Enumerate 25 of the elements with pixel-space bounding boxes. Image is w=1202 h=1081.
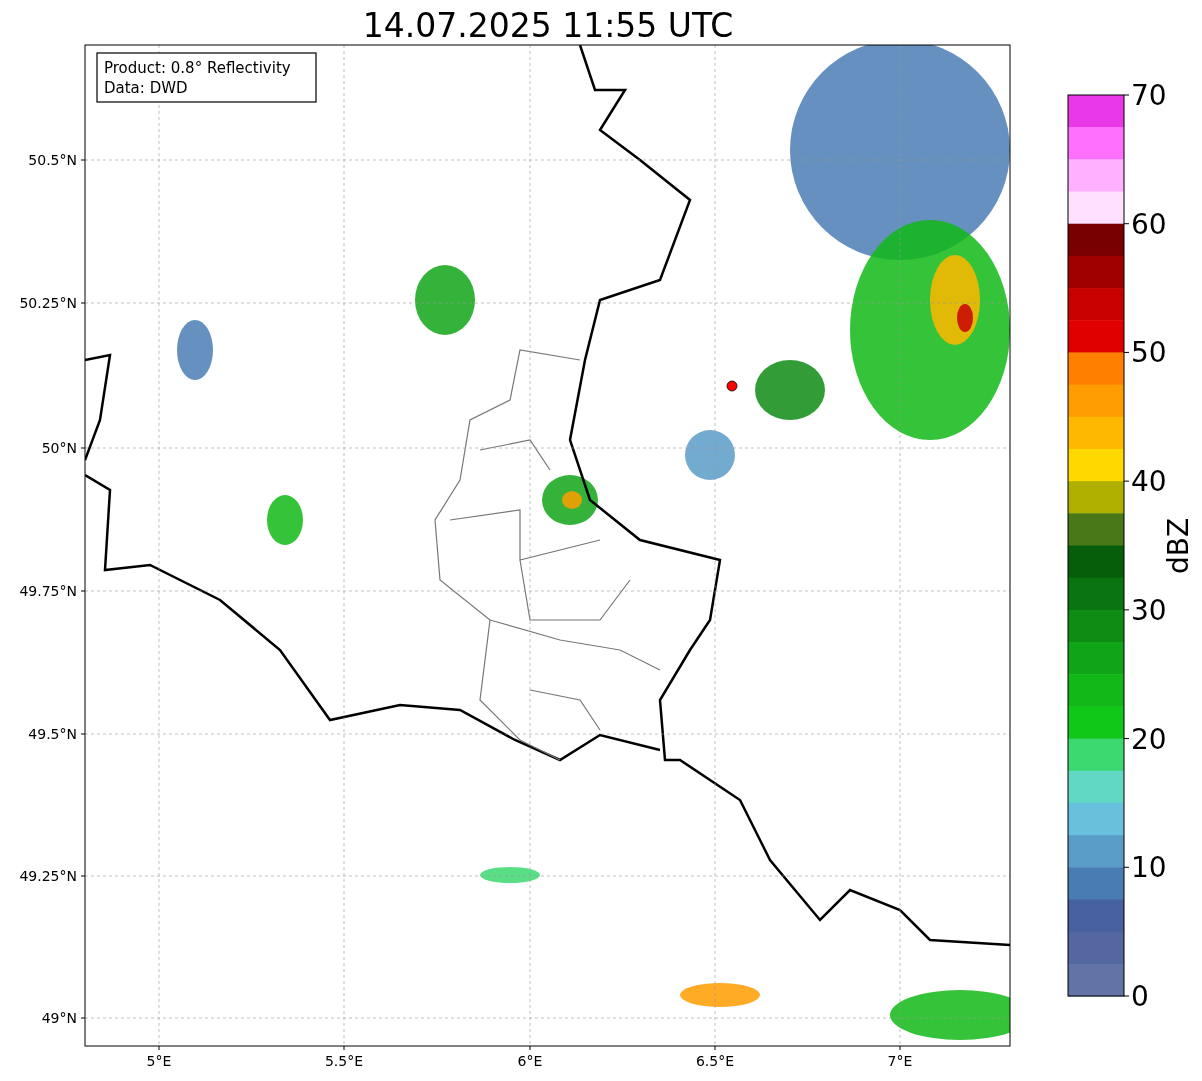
latitude-label: 49°N	[41, 1010, 77, 1026]
colorbar-tick-label: 60	[1131, 207, 1167, 241]
latitude-label: 49.25°N	[19, 868, 77, 884]
info-text: Data: DWD	[104, 79, 188, 97]
latitude-label: 49.5°N	[28, 726, 77, 742]
colorbar-tick-label: 30	[1131, 593, 1167, 627]
latitude-label: 50°N	[41, 440, 77, 456]
info-text: Product: 0.8° Reflectivity	[104, 59, 291, 77]
colorbar-tick-label: 40	[1131, 465, 1167, 499]
colorbar-tick-label: 20	[1131, 722, 1167, 756]
chart-title: 14.07.2025 11:55 UTC	[362, 6, 734, 45]
colorbar-label: dBZ	[1162, 517, 1195, 575]
colorbar-tick-label: 10	[1131, 851, 1167, 885]
colorbar-tick-label: 0	[1131, 980, 1149, 1013]
longitude-label: 6.5°E	[695, 1053, 735, 1069]
longitude-label: 5.5°E	[324, 1053, 364, 1069]
longitude-label: 5°E	[146, 1053, 172, 1069]
longitude-label: 7°E	[887, 1053, 913, 1069]
latitude-label: 50.5°N	[28, 152, 77, 168]
latitude-label: 49.75°N	[19, 583, 77, 599]
radar-site-marker	[726, 380, 738, 392]
colorbar-tick-label: 70	[1131, 79, 1167, 112]
latitude-label: 50.25°N	[19, 295, 77, 311]
longitude-label: 6°E	[517, 1053, 543, 1069]
colorbar-tick-label: 50	[1131, 336, 1167, 370]
